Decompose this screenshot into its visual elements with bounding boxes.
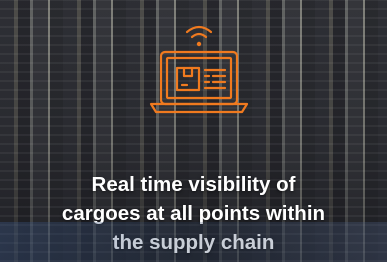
laptop-cargo-tracking-icon — [149, 25, 249, 114]
wifi-signal-icon — [185, 25, 213, 47]
caption-line: Real time visibility of — [91, 173, 296, 196]
caption-line: the supply chain — [112, 231, 275, 254]
hero-caption: Real time visibility of cargoes at all p… — [0, 170, 387, 257]
list-lines-icon — [203, 68, 227, 90]
caption-line: cargoes at all points within — [61, 202, 326, 225]
hero-background: Real time visibility of cargoes at all p… — [0, 0, 387, 262]
package-box-icon — [175, 66, 201, 92]
